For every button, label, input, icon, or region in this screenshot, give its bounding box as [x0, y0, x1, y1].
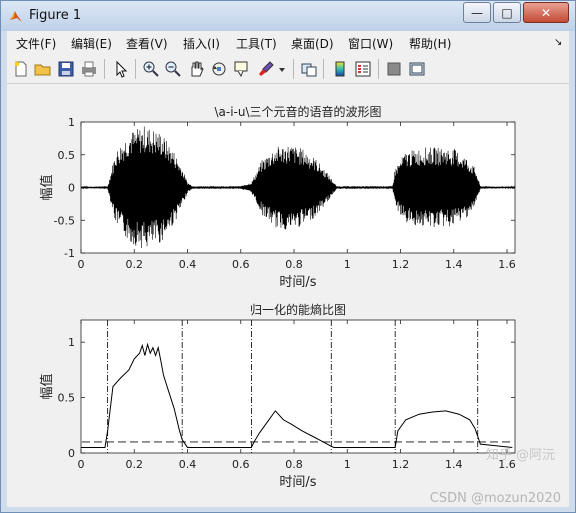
chart2-xtick-label: 1 — [344, 458, 351, 471]
chart1-ytick-label: 0 — [68, 182, 75, 195]
print-icon[interactable] — [80, 60, 98, 78]
chart2-ylabel: 幅值 — [39, 373, 55, 399]
show-plot-tools-icon[interactable] — [408, 60, 426, 78]
chart2-title: 归一化的能熵比图 — [250, 302, 346, 317]
close-button[interactable]: ✕ — [523, 2, 569, 23]
figure-toolbar — [7, 55, 569, 84]
chart1-ytick-label: 0.5 — [58, 149, 76, 162]
chart2-axes-box — [80, 319, 516, 454]
legend-icon[interactable] — [354, 60, 372, 78]
pan-hand-icon[interactable] — [187, 60, 205, 78]
minimize-icon: — — [471, 5, 483, 20]
menu-help[interactable]: 帮助(H) — [409, 35, 451, 52]
toolbar-separator — [293, 59, 294, 79]
figure-plot-svg[interactable]: \a-i-u\三个元音的语音的波形图 0 0.2 0.4 0.6 0.8 1 1.2 1.4 1.… — [7, 84, 569, 507]
watermark-zhihu: 知乎 @阿沅 — [486, 447, 555, 463]
rotate-3d-icon[interactable] — [210, 60, 228, 78]
menu-edit[interactable]: 编辑(E) — [71, 35, 112, 52]
menu-tools[interactable]: 工具(T) — [236, 35, 277, 52]
chart1-ytick-label: 1 — [68, 116, 75, 129]
window-title: Figure 1 — [29, 8, 82, 23]
colorbar-icon[interactable] — [331, 60, 349, 78]
chart1-xtick-label: 0.2 — [126, 258, 144, 271]
minimize-button[interactable]: — — [463, 2, 491, 23]
matlab-logo-icon — [10, 11, 22, 22]
link-plot-icon[interactable] — [300, 60, 318, 78]
chart1-xtick-label: 0.4 — [179, 258, 197, 271]
chart1-xlabel: 时间/s — [279, 275, 316, 290]
chart2-xtick-label: 0.2 — [126, 458, 144, 471]
menu-dock-arrow-icon[interactable]: ↘ — [554, 37, 562, 48]
watermark-csdn: CSDN @mozun2020 — [430, 491, 561, 506]
save-icon[interactable] — [57, 60, 75, 78]
open-file-icon[interactable] — [34, 60, 52, 78]
chart2-xtick-label: 0.6 — [232, 458, 250, 471]
menu-view[interactable]: 查看(V) — [126, 35, 168, 52]
menu-bar: 文件(F) 编辑(E) 查看(V) 插入(I) 工具(T) 桌面(D) 窗口(W… — [7, 31, 569, 56]
chart2-xtick-label: 0.8 — [285, 458, 303, 471]
zoom-out-icon[interactable] — [164, 60, 182, 78]
menu-file[interactable]: 文件(F) — [16, 35, 56, 52]
chart2-ytick-label: 1 — [68, 336, 75, 349]
chart2-ytick-label: 0.5 — [58, 392, 76, 405]
menu-insert[interactable]: 插入(I) — [183, 35, 220, 52]
chart2-xtick-label: 1.4 — [445, 458, 463, 471]
chart2-ytick-label: 0 — [68, 447, 75, 460]
menu-desktop[interactable]: 桌面(D) — [291, 35, 334, 52]
chart2-xlabel: 时间/s — [279, 475, 316, 490]
brush-dropdown-icon[interactable] — [277, 60, 287, 78]
chart1-xtick-label: 1.4 — [445, 258, 463, 271]
chart1-xtick-label: 1.2 — [392, 258, 410, 271]
title-bar[interactable]: Figure 1 — □ ✕ — [1, 1, 575, 31]
toolbar-separator — [104, 59, 105, 79]
chart1-title: \a-i-u\三个元音的语音的波形图 — [214, 104, 381, 119]
pointer-icon[interactable] — [112, 60, 130, 78]
toolbar-separator — [135, 59, 136, 79]
menu-window[interactable]: 窗口(W) — [348, 35, 393, 52]
close-icon: ✕ — [540, 5, 552, 20]
chart1-ylabel: 幅值 — [39, 174, 55, 200]
hide-plot-tools-icon[interactable] — [385, 60, 403, 78]
data-cursor-icon[interactable] — [233, 60, 251, 78]
chart1-xtick-label: 1.6 — [498, 258, 516, 271]
figure-canvas-area: \a-i-u\三个元音的语音的波形图 0 0.2 0.4 0.6 0.8 1 1.2 1.4 1.… — [7, 84, 569, 507]
chart2-xtick-label: 0.4 — [179, 458, 197, 471]
chart1-xtick-label: 0.6 — [232, 258, 250, 271]
chart1-ytick-label: -1 — [64, 247, 75, 260]
zoom-in-icon[interactable] — [142, 60, 160, 78]
maximize-button[interactable]: □ — [493, 2, 521, 23]
toolbar-separator — [378, 59, 379, 79]
maximize-icon: □ — [501, 5, 513, 20]
new-figure-icon[interactable] — [12, 60, 30, 78]
toolbar-separator — [323, 59, 324, 79]
figure-window: Figure 1 — □ ✕ 文件(F) 编辑(E) 查看(V) 插入(I) 工… — [0, 0, 576, 513]
chart2-xtick-label: 0 — [78, 458, 85, 471]
chart1-ytick-label: -0.5 — [54, 214, 75, 227]
chart1-xtick-label: 0.8 — [285, 258, 303, 271]
chart1-xtick-label: 0 — [78, 258, 85, 271]
chart1-xtick-label: 1 — [344, 258, 351, 271]
chart2-xtick-label: 1.2 — [392, 458, 410, 471]
brush-icon[interactable] — [257, 60, 275, 78]
